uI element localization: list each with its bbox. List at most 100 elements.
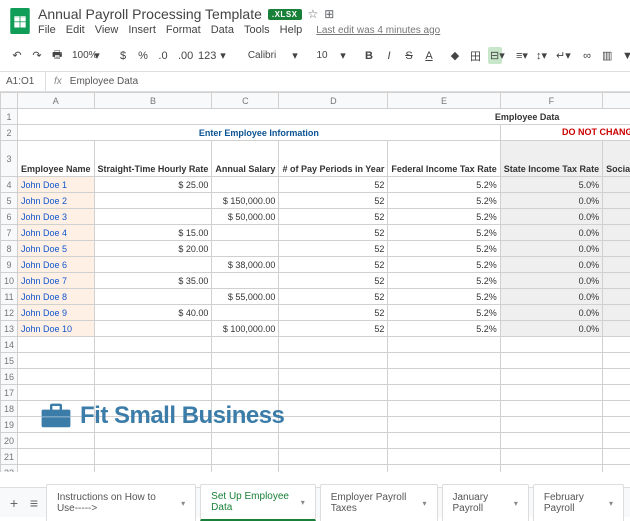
chevron-down-icon[interactable]: ▾	[336, 47, 350, 64]
table-row[interactable]: 21	[1, 449, 630, 465]
cell-hourly[interactable]: $ 25.00	[94, 177, 212, 193]
cell-emp-name[interactable]: John Doe 7	[18, 273, 95, 289]
table-row[interactable]: 16	[1, 369, 630, 385]
row-header[interactable]: 18	[1, 401, 18, 417]
star-icon[interactable]: ☆	[308, 7, 319, 21]
empty-cell[interactable]	[18, 401, 95, 417]
employee-data-title[interactable]: Employee Data	[18, 109, 630, 125]
empty-cell[interactable]	[500, 337, 602, 353]
col-header[interactable]: E	[388, 93, 500, 109]
sheet-tab[interactable]: Instructions on How to Use----->▾	[46, 484, 196, 521]
empty-cell[interactable]	[388, 465, 500, 473]
empty-cell[interactable]	[212, 417, 279, 433]
cell-fed[interactable]: 5.2%	[388, 177, 500, 193]
cell-fed[interactable]: 5.2%	[388, 257, 500, 273]
empty-cell[interactable]	[279, 433, 388, 449]
cell-state[interactable]: 0.0%	[500, 209, 602, 225]
cell-state[interactable]: 0.0%	[500, 193, 602, 209]
row-header[interactable]: 1	[1, 109, 18, 125]
cell-hourly[interactable]: $ 15.00	[94, 225, 212, 241]
empty-cell[interactable]	[603, 401, 630, 417]
empty-cell[interactable]	[279, 337, 388, 353]
cell-salary[interactable]	[212, 305, 279, 321]
cell-periods[interactable]: 52	[279, 257, 388, 273]
table-row[interactable]: 14	[1, 337, 630, 353]
row-header[interactable]: 19	[1, 417, 18, 433]
percent-button[interactable]: %	[136, 48, 150, 64]
cell-emp-name[interactable]: John Doe 3	[18, 209, 95, 225]
empty-cell[interactable]	[18, 337, 95, 353]
empty-cell[interactable]	[388, 417, 500, 433]
menu-help[interactable]: Help	[280, 24, 303, 36]
menu-insert[interactable]: Insert	[128, 24, 156, 36]
cell-state[interactable]: 0.0%	[500, 305, 602, 321]
empty-cell[interactable]	[94, 465, 212, 473]
cell-ss[interactable]: 6.2%	[603, 193, 630, 209]
cell-state[interactable]: 0.0%	[500, 321, 602, 337]
empty-cell[interactable]	[603, 369, 630, 385]
cell-salary[interactable]	[212, 241, 279, 257]
empty-cell[interactable]	[212, 353, 279, 369]
italic-button[interactable]: I	[382, 48, 396, 64]
table-row[interactable]: 18	[1, 401, 630, 417]
chevron-down-icon[interactable]: ▾	[181, 499, 185, 508]
cell-emp-name[interactable]: John Doe 1	[18, 177, 95, 193]
last-edit-link[interactable]: Last edit was 4 minutes ago	[316, 25, 440, 36]
empty-cell[interactable]	[212, 465, 279, 473]
empty-cell[interactable]	[212, 449, 279, 465]
row-header[interactable]: 3	[1, 141, 18, 177]
empty-cell[interactable]	[94, 337, 212, 353]
chevron-down-icon[interactable]: ▾	[609, 499, 613, 508]
cell-hourly[interactable]	[94, 209, 212, 225]
cell-fed[interactable]: 5.2%	[388, 225, 500, 241]
empty-cell[interactable]	[388, 337, 500, 353]
menu-file[interactable]: File	[38, 24, 56, 36]
currency-button[interactable]: $	[116, 48, 130, 64]
cell-ss[interactable]: 6.2%	[603, 225, 630, 241]
row-header[interactable]: 5	[1, 193, 18, 209]
cell-ss[interactable]: 6.2%	[603, 273, 630, 289]
cell-periods[interactable]: 52	[279, 209, 388, 225]
table-row[interactable]: 22	[1, 465, 630, 473]
row-header[interactable]: 8	[1, 241, 18, 257]
empty-cell[interactable]	[603, 337, 630, 353]
empty-cell[interactable]	[279, 417, 388, 433]
table-row[interactable]: 5 John Doe 2 $ 150,000.00 52 5.2% 0.0% 6…	[1, 193, 630, 209]
empty-cell[interactable]	[500, 369, 602, 385]
empty-cell[interactable]	[388, 449, 500, 465]
empty-cell[interactable]	[500, 401, 602, 417]
table-row[interactable]: 6 John Doe 3 $ 50,000.00 52 5.2% 0.0% 6.…	[1, 209, 630, 225]
row-header[interactable]: 2	[1, 125, 18, 141]
cell-periods[interactable]: 52	[279, 321, 388, 337]
row-header[interactable]: 16	[1, 369, 18, 385]
col-header[interactable]: A	[18, 93, 95, 109]
cell-hourly[interactable]	[94, 257, 212, 273]
row-header[interactable]: 9	[1, 257, 18, 273]
menu-edit[interactable]: Edit	[66, 24, 85, 36]
row-header[interactable]: 22	[1, 465, 18, 473]
decrease-decimal-button[interactable]: .0	[156, 48, 170, 64]
table-row[interactable]: 11 John Doe 8 $ 55,000.00 52 5.2% 0.0% 6…	[1, 289, 630, 305]
chevron-down-icon[interactable]: ▾	[90, 47, 104, 64]
empty-cell[interactable]	[603, 449, 630, 465]
empty-cell[interactable]	[603, 465, 630, 473]
cell-salary[interactable]: $ 55,000.00	[212, 289, 279, 305]
row-header[interactable]: 7	[1, 225, 18, 241]
cell-state[interactable]: 0.0%	[500, 225, 602, 241]
cell-salary[interactable]: $ 150,000.00	[212, 193, 279, 209]
table-row[interactable]: 13 John Doe 10 $ 100,000.00 52 5.2% 0.0%…	[1, 321, 630, 337]
chevron-down-icon[interactable]: ▾	[288, 47, 302, 64]
merge-icon[interactable]: ⊟▾	[488, 47, 502, 64]
table-row[interactable]: 9 John Doe 6 $ 38,000.00 52 5.2% 0.0% 6.…	[1, 257, 630, 273]
cell-emp-name[interactable]: John Doe 5	[18, 241, 95, 257]
cell-salary[interactable]: $ 38,000.00	[212, 257, 279, 273]
cell-hourly[interactable]: $ 35.00	[94, 273, 212, 289]
zoom-select[interactable]: 100%	[70, 48, 84, 63]
empty-cell[interactable]	[603, 353, 630, 369]
font-select[interactable]: Calibri	[242, 48, 282, 63]
table-row[interactable]: 10 John Doe 7 $ 35.00 52 5.2% 0.0% 6.2% …	[1, 273, 630, 289]
cell-ss[interactable]: 6.2%	[603, 241, 630, 257]
cell-fed[interactable]: 5.2%	[388, 321, 500, 337]
cell-periods[interactable]: 52	[279, 241, 388, 257]
empty-cell[interactable]	[500, 433, 602, 449]
